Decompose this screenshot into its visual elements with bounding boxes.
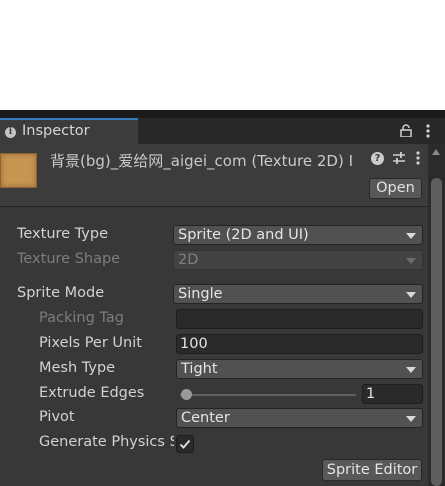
scrollbar-thumb[interactable] (431, 178, 442, 486)
sprite-mode-row: Sprite Mode Single (0, 284, 428, 306)
extrude-edges-input[interactable]: 1 (362, 384, 423, 404)
texture-shape-value: 2D (178, 252, 199, 268)
texture-shape-row: Texture Shape 2D (0, 250, 428, 272)
texture-type-dropdown[interactable]: Sprite (2D and UI) (173, 225, 423, 245)
help-icon[interactable]: ? (371, 152, 384, 165)
settings-menu-icon[interactable] (414, 150, 422, 166)
packing-tag-label: Packing Tag (39, 310, 124, 326)
texture-type-row: Texture Type Sprite (2D and UI) (0, 225, 428, 247)
sprite-mode-label: Sprite Mode (17, 285, 105, 301)
sprite-mode-value: Single (178, 286, 223, 302)
lock-icon[interactable] (400, 124, 412, 137)
pixels-per-unit-input[interactable]: 100 (176, 334, 423, 354)
checkmark-icon (179, 439, 191, 449)
info-icon: i (5, 127, 16, 138)
extrude-edges-label: Extrude Edges (39, 385, 145, 401)
kebab-menu-icon[interactable] (424, 123, 432, 139)
extrude-edges-slider-handle[interactable] (181, 389, 192, 400)
generate-physics-shape-checkbox[interactable] (176, 435, 194, 453)
tab-bar: i Inspector (0, 118, 445, 144)
texture-type-value: Sprite (2D and UI) (178, 227, 309, 243)
mesh-type-label: Mesh Type (39, 360, 116, 376)
packing-tag-row: Packing Tag (0, 309, 428, 331)
pixels-per-unit-label: Pixels Per Unit (39, 335, 142, 351)
open-button[interactable]: Open (369, 178, 422, 199)
extrude-edges-row: Extrude Edges 1 (0, 384, 428, 406)
chevron-down-icon (406, 416, 416, 422)
texture-shape-label: Texture Shape (17, 251, 121, 267)
texture-shape-dropdown: 2D (173, 250, 423, 270)
vertical-scrollbar[interactable] (428, 144, 445, 486)
pixels-per-unit-row: Pixels Per Unit 100 (0, 334, 428, 356)
texture-type-label: Texture Type (17, 226, 108, 242)
tab-inspector[interactable]: i Inspector (0, 118, 138, 144)
pivot-value: Center (181, 410, 230, 426)
extrude-edges-slider-track[interactable] (180, 394, 356, 396)
mesh-type-row: Mesh Type Tight (0, 359, 428, 381)
mesh-type-dropdown[interactable]: Tight (176, 359, 423, 379)
tab-label: Inspector (22, 123, 90, 139)
sprite-editor-button[interactable]: Sprite Editor (322, 459, 422, 481)
generate-physics-shape-row: Generate Physics Shape (0, 433, 428, 455)
window-strip (0, 110, 445, 118)
mesh-type-value: Tight (181, 361, 218, 377)
packing-tag-input[interactable] (176, 309, 423, 329)
generate-physics-shape-label: Generate Physics Shape (39, 434, 174, 450)
scroll-up-arrow-icon[interactable] (432, 149, 440, 155)
chevron-down-icon (406, 292, 416, 298)
asset-title: 背景(bg)_爱给网_aigei_com (Texture 2D) I (50, 152, 353, 170)
sprite-mode-dropdown[interactable]: Single (173, 284, 423, 304)
chevron-down-icon (406, 367, 416, 373)
asset-header: 背景(bg)_爱给网_aigei_com (Texture 2D) I ? Op… (0, 144, 428, 207)
chevron-down-icon (406, 258, 416, 264)
pivot-dropdown[interactable]: Center (176, 408, 423, 428)
texture-thumbnail (0, 153, 37, 188)
blank-area (0, 0, 445, 110)
pivot-label: Pivot (39, 409, 75, 425)
pivot-row: Pivot Center (0, 408, 428, 430)
preset-icon[interactable] (392, 151, 406, 165)
chevron-down-icon (406, 233, 416, 239)
